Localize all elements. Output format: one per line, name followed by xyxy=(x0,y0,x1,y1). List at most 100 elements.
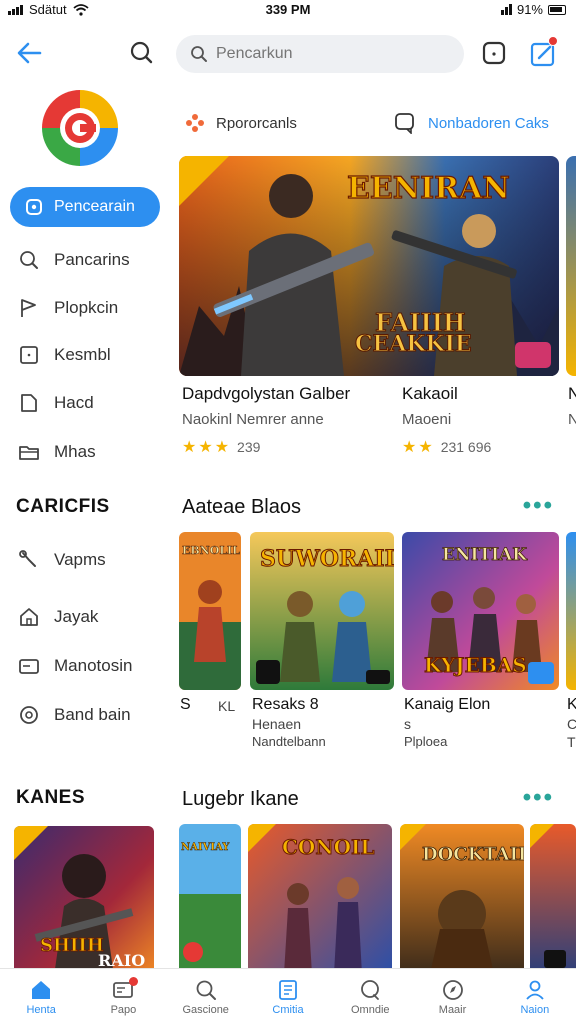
kanes-art-title: SHIIH xyxy=(40,935,104,956)
battery-percent: 91% xyxy=(516,2,543,17)
star-icon: ★ xyxy=(182,439,197,456)
notification-dot xyxy=(129,977,139,986)
sidebar-item-band-bain[interactable]: Band bain xyxy=(18,700,131,730)
document-icon xyxy=(279,979,297,1000)
new-releases-link[interactable]: Nonbadoren Caks xyxy=(394,112,549,134)
tile-art: DOCKTAIL xyxy=(400,824,524,968)
hero-rating: ★ ★ ★ 239 xyxy=(182,437,260,457)
hero-rating-count: 239 xyxy=(237,439,261,455)
sidebar-item-label: Plopkcin xyxy=(54,298,119,317)
search-input[interactable] xyxy=(216,45,446,63)
tile-art-title: EBNOLIL xyxy=(182,544,240,557)
tile-sub: KL xyxy=(218,698,236,714)
nav-naion[interactable]: Naion xyxy=(494,969,576,1024)
tile-art: CONOIL xyxy=(248,824,392,968)
sidebar-item-label: Pancarins xyxy=(54,250,130,269)
sidebar-item-manotosin[interactable]: Manotosin xyxy=(18,651,132,681)
card-icon xyxy=(19,659,39,674)
tile-sub: Henaen xyxy=(252,716,302,732)
section2-tile-2[interactable]: CONOIL xyxy=(248,824,392,968)
tile-art-title: ENITIAK xyxy=(442,545,528,565)
hero2-rating-count: 231 696 xyxy=(440,439,492,455)
tile-sub: C xyxy=(567,716,576,732)
section2-tile-1[interactable]: NAIVIAY xyxy=(179,824,241,968)
chat-button[interactable] xyxy=(478,38,510,70)
tile-label: Kanaig Elon xyxy=(404,696,491,713)
nav-label: Maair xyxy=(438,1003,467,1016)
folder-icon xyxy=(19,446,39,460)
nav-label: Omndie xyxy=(351,1003,390,1016)
sidebar-item-pancarins[interactable]: Pancarins xyxy=(18,245,130,275)
hero-subtitle: Naokinl Nemrer anne xyxy=(182,411,324,428)
sidebar-item-plopkcin[interactable]: Plopkcin xyxy=(18,293,118,323)
section1-title: Aateae Blaos xyxy=(182,496,301,518)
section2-title: Lugebr Ikane xyxy=(182,788,299,810)
shield-icon xyxy=(26,199,42,215)
chat-bubble-icon xyxy=(482,41,506,65)
sidebar-item-mhas[interactable]: Mhas xyxy=(18,437,96,467)
section1-tile-3[interactable]: ENITIAK KYJEBAS xyxy=(402,532,559,690)
square-icon xyxy=(20,346,38,364)
hero2-rating: ★ ★ 231 696 xyxy=(402,437,491,457)
star-icon: ★ xyxy=(214,439,230,456)
hero2-title[interactable]: Kakaoil xyxy=(402,384,458,404)
nav-home[interactable]: Henta xyxy=(0,969,82,1024)
main-content: Rpororcanls Nonbadoren Caks EENIRAN FAII… xyxy=(168,82,576,968)
nav-label: Papo xyxy=(110,1003,137,1016)
section2-tile-4[interactable] xyxy=(530,824,576,968)
hero-game-card[interactable]: EENIRAN EENIRAN FAIIIH CEAKKIE xyxy=(179,156,559,376)
sidebar-bottom-heading: KANES xyxy=(16,787,86,808)
tile-art: ENITIAK KYJEBAS xyxy=(402,532,559,690)
back-button[interactable] xyxy=(14,38,50,70)
nav-maair[interactable]: Maair xyxy=(411,969,493,1024)
app-logo[interactable] xyxy=(40,88,120,168)
nav-papo[interactable]: Papo xyxy=(82,969,164,1024)
home-icon xyxy=(20,608,38,626)
search-bar[interactable] xyxy=(176,35,464,73)
nav-omndie[interactable]: Omndie xyxy=(329,969,411,1024)
hero3-subtitle: N xyxy=(568,411,576,428)
nav-label: Naion xyxy=(520,1003,550,1016)
sidebar-item-active[interactable]: Pencearain xyxy=(10,187,160,227)
tile-sub2: T xyxy=(567,734,576,750)
sidebar-item-label: Mhas xyxy=(54,442,96,461)
search-button[interactable] xyxy=(126,38,158,70)
tile-label: S xyxy=(180,696,191,713)
hero-title[interactable]: Dapdvgolystan Galber xyxy=(182,384,350,404)
clock: 339 PM xyxy=(265,2,311,17)
nav-gascione[interactable]: Gascione xyxy=(165,969,247,1024)
badge-icon xyxy=(20,706,38,724)
sidebar-item-kesmbl[interactable]: Kesmbl xyxy=(18,340,111,370)
section1-tile-2[interactable]: SUWORAIL xyxy=(250,532,394,690)
sidebar-item-label: Hacd xyxy=(54,393,94,412)
sidebar-item-vapms[interactable]: Vapms xyxy=(18,545,106,575)
chat-icon xyxy=(361,979,380,1000)
status-bar: Sdätut 339 PM 91% xyxy=(0,0,576,20)
sidebar-item-label: Band bain xyxy=(54,705,131,724)
section1-tile-1[interactable]: EBNOLIL xyxy=(179,532,241,690)
section1-more-button[interactable]: ••• xyxy=(523,492,554,520)
nav-label: Gascione xyxy=(182,1003,229,1016)
kanes-game-card[interactable]: SHIIH RAIO xyxy=(14,826,154,976)
star-icon: ★ xyxy=(418,439,433,456)
section2-more-button[interactable]: ••• xyxy=(523,784,554,812)
flag-icon xyxy=(21,299,36,317)
recommendations-label: Rpororcanls xyxy=(216,114,297,132)
new-releases-label: Nonbadoren Caks xyxy=(428,114,549,132)
file-icon xyxy=(21,394,37,412)
nav-cmitia[interactable]: Cmitia xyxy=(247,969,329,1024)
recommendations-header[interactable]: Rpororcanls xyxy=(184,112,297,134)
section1-tile-4[interactable] xyxy=(566,532,576,690)
compose-button[interactable] xyxy=(526,36,560,70)
hero3-title[interactable]: N xyxy=(568,384,576,404)
sidebar-item-jayak[interactable]: Jayak xyxy=(18,602,98,632)
search-icon xyxy=(20,251,38,269)
status-right: 91% xyxy=(500,2,566,17)
battery-icon xyxy=(548,4,566,15)
section2-tile-3[interactable]: DOCKTAIL xyxy=(400,824,524,968)
sidebar-item-hacd[interactable]: Hacd xyxy=(18,388,94,418)
app-logo-icon xyxy=(42,90,118,166)
hero3-game-card[interactable] xyxy=(566,156,576,376)
hero2-subtitle: Maoeni xyxy=(402,411,452,428)
tile-art-title: CONOIL xyxy=(282,835,374,859)
